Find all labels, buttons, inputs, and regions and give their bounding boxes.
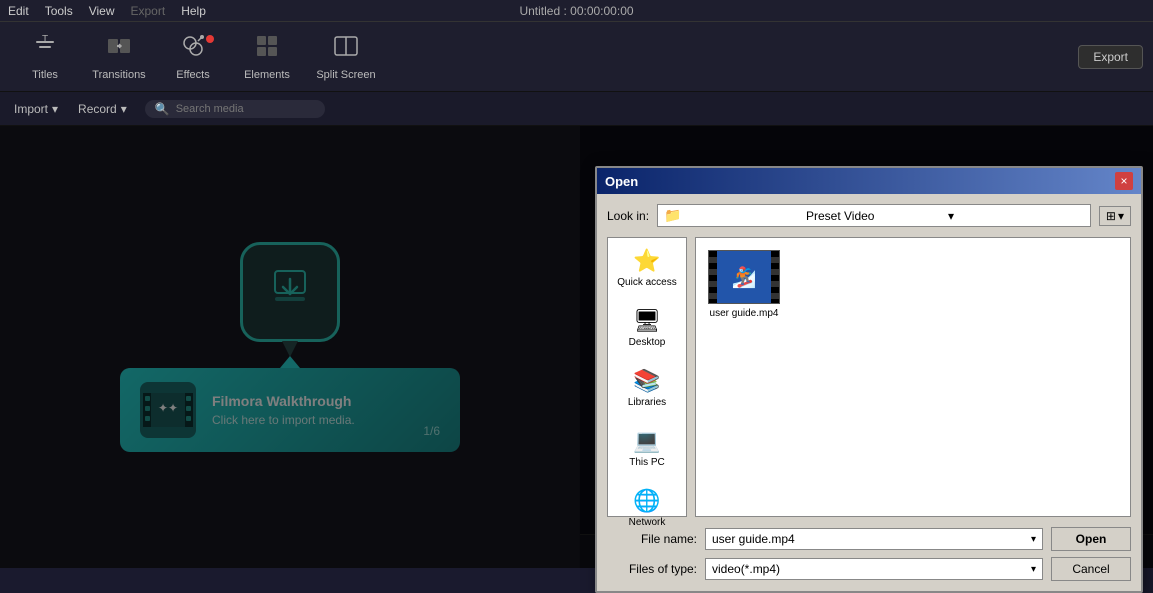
import-chevron-icon: ▾ [52,102,58,116]
quick-access-icon: ⭐ [633,248,660,274]
place-quick-access[interactable]: ⭐ Quick access [612,244,682,292]
effects-badge [206,35,214,43]
dialog-body: Look in: 📁 Preset Video ▾ ⊞ ▾ [597,194,1141,591]
elements-label: Elements [244,69,290,81]
place-network[interactable]: 🌐 Network [612,484,682,532]
record-label: Record [78,102,117,116]
file-name-row: File name: user guide.mp4 ▾ Open [607,527,1131,551]
toolbar-split-screen[interactable]: Split Screen [306,27,386,87]
libraries-icon: 📚 [633,368,660,394]
menu-bar: Edit Tools View Export Help Untitled : 0… [0,0,1153,22]
import-label: Import [14,102,48,116]
place-this-pc[interactable]: 💻 This PC [612,424,682,472]
places-panel: ⭐ Quick access 🖥 Desktop 📚 Libraries [607,237,687,517]
look-in-value: Preset Video [806,209,942,223]
libraries-label: Libraries [628,397,666,408]
look-in-select[interactable]: 📁 Preset Video ▾ [657,204,1091,227]
toolbar: T Titles Transitions Effects [0,22,1153,92]
file-name-field[interactable]: user guide.mp4 ▾ [705,528,1043,550]
quick-access-label: Quick access [617,277,676,288]
titles-label: Titles [32,69,58,81]
file-name-value: user guide.mp4 [712,532,795,546]
dialog-title: Open [605,174,638,189]
file-name-field-label: File name: [607,532,697,546]
split-screen-icon [333,33,359,65]
file-type-field[interactable]: video(*.mp4) ▾ [705,558,1043,580]
this-pc-icon: 💻 [633,428,660,454]
titles-icon: T [32,33,58,65]
view-button[interactable]: ⊞ ▾ [1099,206,1131,226]
look-in-row: Look in: 📁 Preset Video ▾ ⊞ ▾ [607,204,1131,227]
secondary-toolbar: Import ▾ Record ▾ 🔍 [0,92,1153,126]
split-screen-label: Split Screen [316,69,375,81]
toolbar-titles[interactable]: T Titles [10,27,80,87]
place-desktop[interactable]: 🖥 Desktop [612,304,682,352]
open-button[interactable]: Open [1051,527,1131,551]
file-type-row: Files of type: video(*.mp4) ▾ Cancel [607,557,1131,581]
dialog-footer: File name: user guide.mp4 ▾ Open Files o… [607,527,1131,581]
files-panel: 🏂 user guide.mp4 [695,237,1131,517]
menu-export[interactable]: Export [131,4,166,18]
app-title: Untitled : 00:00:00:00 [519,0,633,22]
dialog-main: ⭐ Quick access 🖥 Desktop 📚 Libraries [607,237,1131,517]
toolbar-elements[interactable]: Elements [232,27,302,87]
file-name-label: user guide.mp4 [710,308,779,319]
menu-view[interactable]: View [89,4,115,18]
file-thumbnail: 🏂 [708,250,780,304]
this-pc-label: This PC [629,457,665,468]
transitions-label: Transitions [92,69,145,81]
open-dialog: Open × Look in: 📁 Preset Video ▾ ⊞ ▾ [595,166,1143,593]
import-button[interactable]: Import ▾ [8,100,64,118]
transitions-icon [106,33,132,65]
search-input[interactable] [176,103,316,115]
effects-icon [180,33,206,65]
main-content: ✦✦ Filmora Walkthrough Click here to imp… [0,126,1153,568]
file-type-dropdown-arrow: ▾ [1031,564,1036,575]
file-type-value: video(*.mp4) [712,562,780,576]
dialog-close-button[interactable]: × [1115,172,1133,190]
export-button[interactable]: Export [1078,45,1143,69]
cancel-button[interactable]: Cancel [1051,557,1131,581]
desktop-label: Desktop [629,337,666,348]
film-strip-visual: 🏂 [709,251,779,303]
search-wrap: 🔍 [145,100,325,118]
file-name-dropdown-arrow: ▾ [1031,534,1036,545]
dialog-cancel-area: Cancel [1051,557,1131,581]
film-person-icon: 🏂 [732,265,757,290]
dialog-title-bar: Open × [597,168,1141,194]
view-arrow: ▾ [1118,209,1124,223]
desktop-icon: 🖥 [633,308,661,334]
file-type-field-label: Files of type: [607,562,697,576]
view-icon: ⊞ [1106,209,1116,223]
dialog-overlay: Open × Look in: 📁 Preset Video ▾ ⊞ ▾ [0,126,1153,568]
svg-text:T: T [42,34,48,45]
menu-help[interactable]: Help [181,4,206,18]
toolbar-effects[interactable]: Effects [158,27,228,87]
toolbar-transitions[interactable]: Transitions [84,27,154,87]
file-user-guide[interactable]: 🏂 user guide.mp4 [704,246,784,323]
folder-icon: 📁 [664,207,800,224]
record-chevron-icon: ▾ [121,102,127,116]
export-area: Export [1078,45,1143,69]
elements-icon [254,33,280,65]
place-libraries[interactable]: 📚 Libraries [612,364,682,412]
look-in-label: Look in: [607,209,649,223]
look-in-arrow: ▾ [948,209,1084,223]
dialog-action-buttons: Open [1051,527,1131,551]
record-button[interactable]: Record ▾ [72,100,133,118]
menu-tools[interactable]: Tools [45,4,73,18]
effects-label: Effects [176,69,209,81]
network-icon: 🌐 [633,488,660,514]
search-icon: 🔍 [155,102,170,116]
menu-edit[interactable]: Edit [8,4,29,18]
